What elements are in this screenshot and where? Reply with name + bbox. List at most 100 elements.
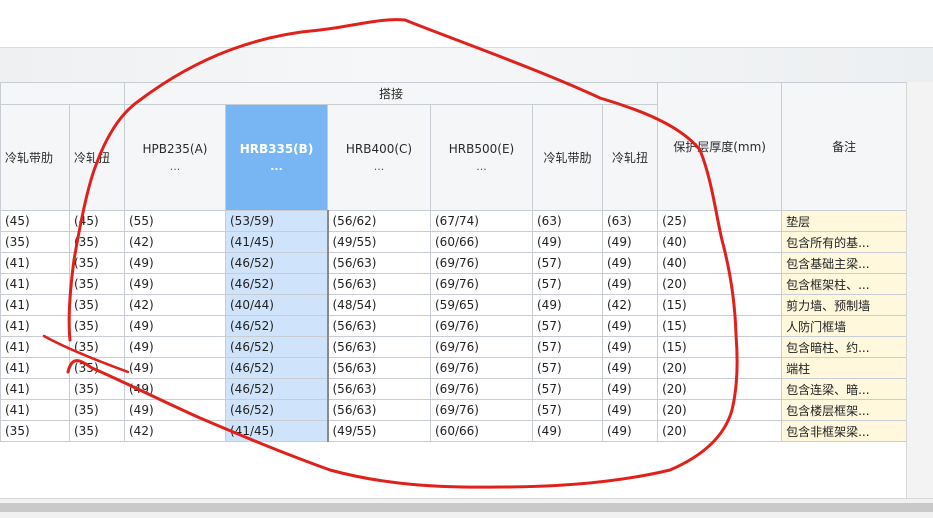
cell-cold-rolled-ribbed[interactable]: (41) bbox=[0, 315, 70, 337]
cell-cold-rolled-twisted[interactable]: (35) bbox=[69, 294, 125, 316]
cell-cold-rolled-twisted-lap[interactable]: (49) bbox=[601, 315, 659, 337]
cell-cold-rolled-twisted-lap[interactable]: (49) bbox=[601, 336, 659, 358]
cell-hrb500[interactable]: (60/66) bbox=[430, 420, 533, 442]
cell-hrb335[interactable]: (46/52) bbox=[225, 315, 328, 337]
cell-hrb335[interactable]: (41/45) bbox=[225, 231, 328, 253]
cell-note[interactable]: 包含楼层框架... bbox=[781, 399, 906, 421]
col-header-cold-rolled-twisted-lap[interactable]: 冷轧扭 bbox=[601, 104, 659, 211]
cell-cold-rolled-ribbed-lap[interactable]: (49) bbox=[532, 294, 603, 316]
cell-cold-rolled-twisted[interactable]: (35) bbox=[69, 399, 125, 421]
cell-cold-rolled-ribbed[interactable]: (45) bbox=[0, 210, 70, 232]
col-header-note[interactable]: 备注 bbox=[781, 82, 906, 211]
table-row[interactable]: (41) (35) (49) (46/52) (56/63) (69/76) (57) (49… bbox=[0, 273, 906, 295]
col-header-cold-rolled-ribbed[interactable]: 冷轧带肋 bbox=[0, 104, 70, 211]
cell-hrb400[interactable]: (56/63) bbox=[326, 357, 431, 379]
table-row[interactable]: (45) (45) (55) (53/59) (56/62) (67/74) (63) (63… bbox=[0, 210, 906, 232]
cell-hpb235[interactable]: (49) bbox=[124, 315, 226, 337]
cell-hrb500[interactable]: (59/65) bbox=[430, 294, 533, 316]
cell-note[interactable]: 包含基础主梁... bbox=[781, 252, 906, 274]
table-row[interactable]: (35) (35) (42) (41/45) (49/55) (60/66) (49) (49… bbox=[0, 420, 906, 442]
cell-cold-rolled-ribbed[interactable]: (41) bbox=[0, 273, 70, 295]
cell-cold-rolled-twisted-lap[interactable]: (49) bbox=[601, 399, 659, 421]
cell-cold-rolled-ribbed-lap[interactable]: (57) bbox=[532, 399, 603, 421]
cell-hrb335[interactable]: (40/44) bbox=[225, 294, 328, 316]
cell-cold-rolled-ribbed[interactable]: (41) bbox=[0, 357, 70, 379]
cell-cold-rolled-ribbed[interactable]: (41) bbox=[0, 294, 70, 316]
cell-hrb400[interactable]: (56/63) bbox=[326, 336, 431, 358]
col-header-hrb500[interactable]: HRB500(E)... bbox=[430, 104, 533, 211]
cell-note[interactable]: 垫层 bbox=[781, 210, 906, 232]
cell-cold-rolled-twisted[interactable]: (35) bbox=[69, 420, 125, 442]
cell-cold-rolled-ribbed-lap[interactable]: (57) bbox=[532, 252, 603, 274]
cell-cold-rolled-ribbed[interactable]: (41) bbox=[0, 252, 70, 274]
cell-hpb235[interactable]: (42) bbox=[124, 294, 226, 316]
table-row[interactable]: (41) (35) (49) (46/52) (56/63) (69/76) (57) (49… bbox=[0, 336, 906, 358]
cell-cold-rolled-ribbed-lap[interactable]: (57) bbox=[532, 336, 603, 358]
cell-hrb400[interactable]: (56/63) bbox=[326, 252, 431, 274]
cell-hrb335[interactable]: (46/52) bbox=[225, 336, 328, 358]
cell-cold-rolled-ribbed-lap[interactable]: (57) bbox=[532, 357, 603, 379]
cell-cold-rolled-twisted[interactable]: (35) bbox=[69, 357, 125, 379]
cell-hpb235[interactable]: (42) bbox=[124, 420, 226, 442]
cell-cold-rolled-ribbed-lap[interactable]: (57) bbox=[532, 273, 603, 295]
cell-cover-thickness[interactable]: (20) bbox=[657, 378, 783, 400]
cell-cold-rolled-ribbed-lap[interactable]: (57) bbox=[532, 315, 603, 337]
cell-cold-rolled-ribbed[interactable]: (41) bbox=[0, 399, 70, 421]
table-row[interactable]: (41) (35) (49) (46/52) (56/63) (69/76) (57) (49… bbox=[0, 378, 906, 400]
table-row[interactable]: (41) (35) (49) (46/52) (56/63) (69/76) (57) (49… bbox=[0, 315, 906, 337]
cell-hpb235[interactable]: (49) bbox=[124, 378, 226, 400]
cell-hrb335[interactable]: (46/52) bbox=[225, 273, 328, 295]
table-row[interactable]: (41) (35) (49) (46/52) (56/63) (69/76) (57) (49… bbox=[0, 357, 906, 379]
cell-hrb335[interactable]: (46/52) bbox=[225, 252, 328, 274]
scrollbar-thumb[interactable] bbox=[0, 503, 933, 512]
cell-cold-rolled-ribbed-lap[interactable]: (63) bbox=[532, 210, 603, 232]
cell-cold-rolled-twisted-lap[interactable]: (49) bbox=[601, 273, 659, 295]
table-row[interactable]: (35) (35) (42) (41/45) (49/55) (60/66) (49) (49… bbox=[0, 231, 906, 253]
cell-hrb500[interactable]: (69/76) bbox=[430, 378, 533, 400]
cell-cold-rolled-ribbed[interactable]: (41) bbox=[0, 336, 70, 358]
cell-cold-rolled-twisted[interactable]: (45) bbox=[69, 210, 125, 232]
horizontal-scrollbar[interactable] bbox=[0, 498, 933, 518]
cell-hrb400[interactable]: (56/63) bbox=[326, 378, 431, 400]
cell-cold-rolled-twisted-lap[interactable]: (49) bbox=[601, 357, 659, 379]
cell-hrb500[interactable]: (69/76) bbox=[430, 315, 533, 337]
col-header-cold-rolled-twisted[interactable]: 冷轧扭 bbox=[69, 104, 125, 211]
cell-cold-rolled-twisted[interactable]: (35) bbox=[69, 252, 125, 274]
cell-cold-rolled-twisted-lap[interactable]: (49) bbox=[601, 420, 659, 442]
cell-cover-thickness[interactable]: (40) bbox=[657, 252, 783, 274]
cell-hrb400[interactable]: (56/62) bbox=[326, 210, 431, 232]
cell-hrb335[interactable]: (41/45) bbox=[225, 420, 328, 442]
cell-cold-rolled-twisted-lap[interactable]: (49) bbox=[601, 231, 659, 253]
table-row[interactable]: (41) (35) (42) (40/44) (48/54) (59/65) (49) (42… bbox=[0, 294, 906, 316]
cell-hrb500[interactable]: (69/76) bbox=[430, 357, 533, 379]
cell-cover-thickness[interactable]: (15) bbox=[657, 336, 783, 358]
cell-cover-thickness[interactable]: (20) bbox=[657, 399, 783, 421]
col-header-hrb400[interactable]: HRB400(C)... bbox=[327, 104, 431, 211]
cell-hpb235[interactable]: (55) bbox=[124, 210, 226, 232]
cell-cold-rolled-twisted[interactable]: (35) bbox=[69, 336, 125, 358]
cell-hrb335[interactable]: (46/52) bbox=[225, 357, 328, 379]
cell-hrb400[interactable]: (56/63) bbox=[326, 273, 431, 295]
cell-cold-rolled-twisted-lap[interactable]: (49) bbox=[601, 378, 659, 400]
cell-hrb335[interactable]: (46/52) bbox=[225, 378, 328, 400]
cell-hpb235[interactable]: (49) bbox=[124, 252, 226, 274]
cell-note[interactable]: 包含非框架梁... bbox=[781, 420, 906, 442]
col-header-cover[interactable]: 保护层厚度(mm) bbox=[657, 82, 783, 211]
cell-hrb500[interactable]: (69/76) bbox=[430, 252, 533, 274]
cell-hpb235[interactable]: (49) bbox=[124, 399, 226, 421]
table-row[interactable]: (41) (35) (49) (46/52) (56/63) (69/76) (57) (49… bbox=[0, 252, 906, 274]
cell-hrb335[interactable]: (53/59) bbox=[225, 210, 328, 232]
cell-hrb400[interactable]: (56/63) bbox=[326, 399, 431, 421]
cell-note[interactable]: 端柱 bbox=[781, 357, 906, 379]
cell-hrb400[interactable]: (49/55) bbox=[326, 231, 431, 253]
cell-cover-thickness[interactable]: (20) bbox=[657, 357, 783, 379]
cell-hrb500[interactable]: (69/76) bbox=[430, 336, 533, 358]
cell-hrb500[interactable]: (69/76) bbox=[430, 273, 533, 295]
cell-note[interactable]: 人防门框墙 bbox=[781, 315, 906, 337]
cell-cold-rolled-ribbed-lap[interactable]: (49) bbox=[532, 420, 603, 442]
cell-hrb400[interactable]: (49/55) bbox=[326, 420, 431, 442]
cell-cold-rolled-twisted-lap[interactable]: (63) bbox=[601, 210, 659, 232]
cell-hpb235[interactable]: (42) bbox=[124, 231, 226, 253]
cell-cold-rolled-twisted[interactable]: (35) bbox=[69, 273, 125, 295]
cell-cover-thickness[interactable]: (15) bbox=[657, 315, 783, 337]
